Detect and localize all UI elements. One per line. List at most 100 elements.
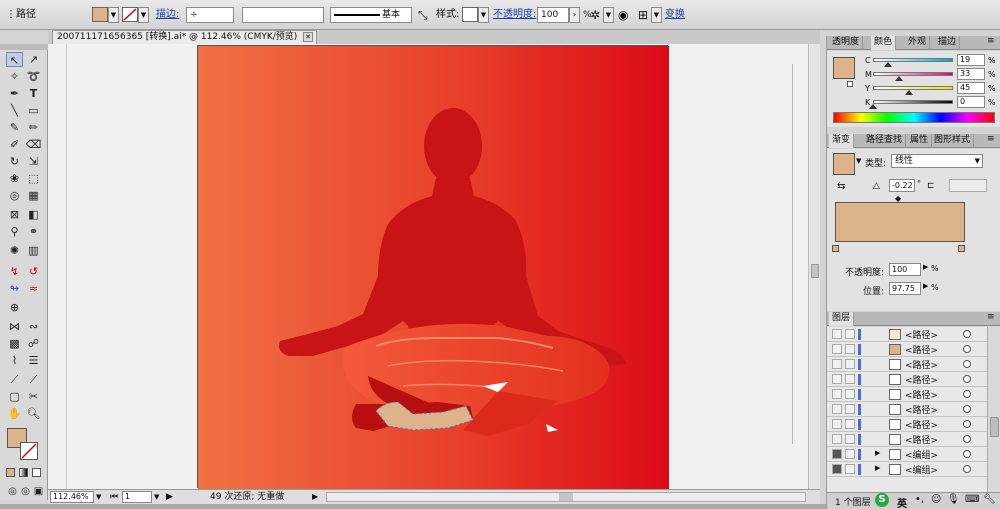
recolor-icon[interactable]: ✲: [590, 6, 600, 24]
magenta-value-field[interactable]: 33: [957, 68, 985, 80]
reverse-gradient-icon[interactable]: ⇆: [837, 181, 845, 192]
zoom-tool-icon[interactable]: 🔍︎: [25, 406, 42, 421]
warp-tool-icon[interactable]: ❀: [6, 171, 23, 186]
perspective-grid-tool-icon[interactable]: ▦: [25, 188, 42, 203]
layer-target-icon[interactable]: [963, 405, 971, 413]
tab-gradient[interactable]: 渐变: [829, 134, 855, 148]
direct-selection-tool-icon[interactable]: ↗: [25, 52, 42, 67]
graphic-style-swatch[interactable]: [462, 7, 478, 22]
line-tool-icon[interactable]: ╲: [6, 103, 23, 118]
tab-color[interactable]: 颜色: [871, 36, 897, 50]
black-slider[interactable]: [873, 100, 953, 104]
layer-row[interactable]: ▶ <编组>: [827, 447, 987, 462]
opacity-dropdown[interactable]: ›: [569, 7, 580, 23]
vertical-scrollbar[interactable]: [808, 44, 820, 489]
layer-row[interactable]: <路径>: [827, 342, 987, 357]
tools-panel-grip[interactable]: [0, 44, 48, 50]
align-dropdown[interactable]: ▼: [651, 7, 662, 23]
magenta-slider[interactable]: [873, 72, 953, 76]
tab-pathfinder[interactable]: 路径查找: [863, 134, 907, 148]
color-panel-swatch[interactable]: [833, 57, 855, 79]
layer-row[interactable]: <路径>: [827, 327, 987, 342]
hand-tool-icon[interactable]: ✋: [6, 406, 23, 421]
expand-triangle-icon[interactable]: ▶: [875, 449, 880, 457]
scale-tool-icon[interactable]: ⇲: [25, 154, 42, 169]
ime-logo-icon[interactable]: S: [875, 493, 889, 507]
ime-language-label[interactable]: 英: [897, 495, 907, 509]
close-icon[interactable]: ✕: [303, 32, 313, 42]
layer-row[interactable]: <路径>: [827, 417, 987, 432]
black-slider-thumb[interactable]: [869, 104, 877, 109]
column-graph-tool-icon[interactable]: ▥: [25, 243, 42, 258]
ime-emoji-icon[interactable]: ☺: [931, 494, 941, 505]
status-menu-icon[interactable]: ▶: [312, 490, 318, 504]
tab-transparency[interactable]: 透明度: [829, 36, 864, 50]
recolor-dropdown[interactable]: ▼: [603, 7, 614, 23]
ime-settings-icon[interactable]: 🔧︎: [983, 494, 996, 505]
symbol-sprayer-tool-icon[interactable]: ✺: [6, 243, 23, 258]
free-transform-tool-icon[interactable]: ⬚: [25, 171, 42, 186]
gradient-tool-icon[interactable]: ◧: [25, 207, 42, 222]
stop-location-field[interactable]: 97.75: [889, 282, 921, 295]
stroke-color-box[interactable]: [20, 442, 38, 460]
paintbrush-tool-icon[interactable]: ✎: [6, 120, 23, 135]
expand-triangle-icon[interactable]: ▶: [875, 464, 880, 472]
layer-row[interactable]: ▶ <编组>: [827, 462, 987, 477]
layer-target-icon[interactable]: [963, 330, 971, 338]
measure-tool-icon[interactable]: ⟋: [25, 372, 42, 387]
list-tool-icon[interactable]: ☰: [25, 353, 42, 368]
tab-layers[interactable]: 图层: [829, 312, 855, 326]
cyan-value-field[interactable]: 19: [957, 54, 985, 66]
crop-tool-icon[interactable]: ▢: [6, 389, 23, 404]
transform-link[interactable]: 变换: [665, 6, 685, 24]
yellow-slider-thumb[interactable]: [905, 90, 913, 95]
color-mode-button[interactable]: [6, 468, 15, 477]
gradient-angle-field[interactable]: -0.22: [889, 179, 915, 192]
artwork[interactable]: [198, 46, 669, 489]
lasso-tool-icon[interactable]: ➰: [25, 69, 42, 84]
ime-punct-icon[interactable]: •,: [915, 494, 924, 505]
tab-attributes[interactable]: 属性: [907, 134, 933, 148]
align-icon[interactable]: ⊞: [638, 6, 648, 24]
none-mode-button[interactable]: [32, 468, 41, 477]
fill-dropdown[interactable]: ▼: [108, 7, 119, 23]
blend-tool-icon[interactable]: ⚭: [25, 224, 42, 239]
selection-tool-icon[interactable]: ↖: [6, 52, 23, 67]
stroke-panel-link[interactable]: 描边:: [156, 6, 179, 24]
artboard[interactable]: [197, 45, 669, 489]
magic-wand-tool-icon[interactable]: ✧: [6, 69, 23, 84]
layer-row[interactable]: <路径>: [827, 372, 987, 387]
knife-tool-icon[interactable]: ✂: [25, 389, 42, 404]
twirl-tool-icon[interactable]: ☍: [25, 336, 42, 351]
color-panel-stroke-swatch[interactable]: [847, 81, 853, 87]
ime-voice-icon[interactable]: 🎙︎: [947, 494, 960, 505]
page-dropdown-icon[interactable]: ▼: [154, 490, 159, 504]
gradient-mode-button[interactable]: [19, 468, 28, 477]
layer-target-icon[interactable]: [963, 435, 971, 443]
gradient-type-select[interactable]: 线性 ▼: [891, 154, 983, 168]
layer-target-icon[interactable]: [963, 420, 971, 428]
opacity-field[interactable]: 100: [537, 7, 569, 23]
tab-graphic-styles[interactable]: 图形样式: [931, 134, 975, 148]
page-field[interactable]: 1: [122, 491, 152, 503]
rectangle-tool-icon[interactable]: ▭: [25, 103, 42, 118]
gradient-panel-menu-icon[interactable]: ≡: [987, 134, 995, 144]
eyedropper-tool-icon[interactable]: ⚲: [6, 224, 23, 239]
yellow-slider[interactable]: [873, 86, 953, 90]
black-value-field[interactable]: 0: [957, 96, 985, 108]
stop-location-dropdown[interactable]: ▶: [923, 282, 928, 290]
gradient-ramp[interactable]: [835, 202, 965, 242]
magenta-slider-thumb[interactable]: [895, 76, 904, 81]
next-page-icon[interactable]: ▶: [166, 490, 173, 504]
stroke-weight-field[interactable]: ÷: [186, 7, 234, 23]
rotate-tool-icon[interactable]: ↻: [6, 154, 23, 169]
aspect-ratio-icon[interactable]: ⊏: [927, 181, 935, 191]
horizontal-scrollbar[interactable]: [326, 492, 806, 502]
aspect-ratio-field[interactable]: [949, 179, 987, 192]
zoom-dropdown-icon[interactable]: ▼: [96, 490, 101, 504]
artboard-tool-icon[interactable]: ↯: [6, 264, 23, 279]
screen-mode-icon[interactable]: ▣: [30, 484, 47, 499]
eyedropper-alt-icon[interactable]: ⟋: [6, 372, 23, 387]
layer-row[interactable]: <路径>: [827, 357, 987, 372]
stroke-swatch[interactable]: [122, 7, 138, 22]
